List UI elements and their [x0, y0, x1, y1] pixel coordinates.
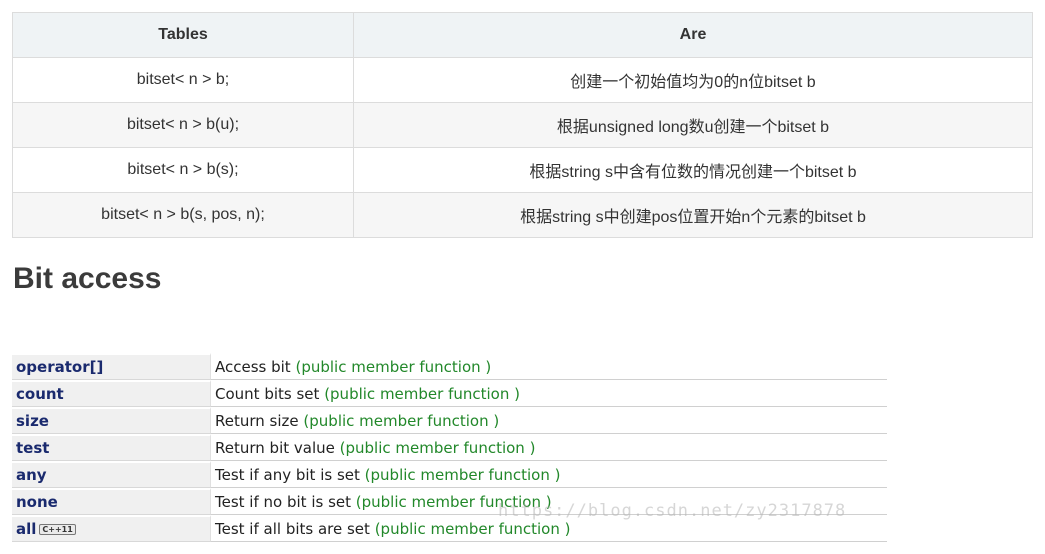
member-description: Access bit: [215, 358, 291, 376]
table-row: bitset< n > b(s); 根据string s中含有位数的情况创建一个…: [12, 147, 1033, 193]
member-link-operator-brackets[interactable]: operator[]: [16, 358, 103, 376]
member-description: Count bits set: [215, 385, 320, 403]
member-description: Test if all bits are set: [215, 520, 370, 538]
constructors-table: Tables Are bitset< n > b; 创建一个初始值均为0的n位b…: [12, 12, 1033, 238]
section-heading: Bit access: [13, 262, 162, 295]
member-description: Return bit value: [215, 439, 335, 457]
member-row: size Return size (public member function…: [12, 407, 887, 434]
member-link-none[interactable]: none: [16, 493, 58, 511]
member-row: all C++11 Test if all bits are set (publi…: [12, 515, 887, 542]
member-row: any Test if any bit is set (public membe…: [12, 461, 887, 488]
member-link-test[interactable]: test: [16, 439, 49, 457]
member-link-all[interactable]: all: [16, 520, 36, 538]
member-kind: (public member function ): [295, 358, 492, 376]
table-cell-syntax: bitset< n > b(s, pos, n);: [12, 192, 354, 238]
member-kind: (public member function ): [374, 520, 571, 538]
table-header-row: Tables Are: [12, 12, 1033, 58]
table-row: bitset< n > b(s, pos, n); 根据string s中创建p…: [12, 192, 1033, 238]
member-link-count[interactable]: count: [16, 385, 64, 403]
table-cell-syntax: bitset< n > b(s);: [12, 147, 354, 193]
member-link-size[interactable]: size: [16, 412, 49, 430]
member-description: Test if no bit is set: [215, 493, 351, 511]
table-cell-description: 根据string s中含有位数的情况创建一个bitset b: [353, 147, 1033, 193]
member-link-any[interactable]: any: [16, 466, 47, 484]
header-tables: Tables: [12, 12, 354, 58]
table-row: bitset< n > b(u); 根据unsigned long数u创建一个b…: [12, 102, 1033, 148]
table-cell-syntax: bitset< n > b(u);: [12, 102, 354, 148]
table-cell-description: 创建一个初始值均为0的n位bitset b: [353, 57, 1033, 103]
table-cell-description: 根据unsigned long数u创建一个bitset b: [353, 102, 1033, 148]
header-are: Are: [353, 12, 1033, 58]
table-row: bitset< n > b; 创建一个初始值均为0的n位bitset b: [12, 57, 1033, 103]
member-kind: (public member function ): [339, 439, 536, 457]
member-description: Return size: [215, 412, 299, 430]
member-row: count Count bits set (public member func…: [12, 380, 887, 407]
cpp11-badge-icon: C++11: [39, 524, 76, 535]
bit-access-table: operator[] Access bit (public member fun…: [12, 353, 887, 542]
member-row: none Test if no bit is set (public membe…: [12, 488, 887, 515]
member-row: operator[] Access bit (public member fun…: [12, 353, 887, 380]
member-kind: (public member function ): [303, 412, 500, 430]
member-kind: (public member function ): [355, 493, 552, 511]
member-description: Test if any bit is set: [215, 466, 360, 484]
member-row: test Return bit value (public member fun…: [12, 434, 887, 461]
table-cell-description: 根据string s中创建pos位置开始n个元素的bitset b: [353, 192, 1033, 238]
table-cell-syntax: bitset< n > b;: [12, 57, 354, 103]
member-kind: (public member function ): [324, 385, 520, 403]
member-kind: (public member function ): [364, 466, 561, 484]
